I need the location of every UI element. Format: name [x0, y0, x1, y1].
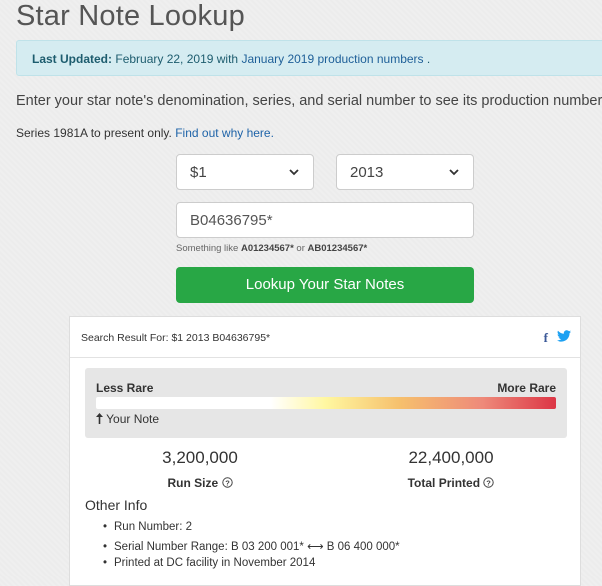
total-printed-caption: Total Printed ? — [391, 476, 511, 490]
list-item: Serial Number Range: B 03 200 001* ⟷ B 0… — [103, 539, 400, 557]
intro-text: Enter your star note's denomination, ser… — [16, 93, 602, 109]
run-size-caption: Run Size ? — [140, 476, 260, 490]
series-value: 2013 — [350, 164, 384, 181]
list-item: Run Number: 2 — [103, 521, 400, 539]
find-out-why-link[interactable]: Find out why here. — [175, 126, 274, 140]
facebook-icon[interactable]: f — [544, 330, 548, 346]
your-note-marker: Your Note — [96, 412, 159, 426]
denomination-select[interactable]: $1 — [176, 154, 314, 190]
less-rare-label: Less Rare — [96, 381, 154, 395]
production-numbers-link[interactable]: January 2019 production numbers — [241, 52, 423, 66]
alert-text: February 22, 2019 with — [115, 52, 242, 66]
result-header: Search Result For: $1 2013 B04636795* f — [70, 317, 580, 358]
svg-text:?: ? — [487, 479, 492, 488]
serial-hint: Something like A01234567* or AB01234567* — [176, 243, 368, 254]
series-select[interactable]: 2013 — [336, 154, 474, 190]
help-icon[interactable]: ? — [221, 477, 233, 488]
alert-suffix: . — [423, 52, 431, 66]
arrow-up-icon — [96, 413, 103, 424]
other-info-list: Run Number: 2 Serial Number Range: B 03 … — [103, 521, 400, 575]
help-icon[interactable]: ? — [483, 477, 495, 488]
twitter-icon[interactable] — [557, 330, 571, 342]
lookup-button[interactable]: Lookup Your Star Notes — [176, 267, 474, 303]
total-printed-value: 22,400,000 — [408, 448, 494, 467]
run-size-value: 3,200,000 — [162, 448, 238, 467]
total-printed-stat: 22,400,000 Total Printed ? — [391, 448, 511, 490]
alert-label: Last Updated: — [32, 52, 113, 66]
more-rare-label: More Rare — [497, 381, 556, 395]
series-note: Series 1981A to present only. Find out w… — [16, 126, 274, 140]
result-header-label: Search Result For: $1 2013 B04636795* — [81, 332, 271, 344]
other-info-heading: Other Info — [85, 497, 148, 513]
your-note-label: Your Note — [106, 412, 160, 426]
svg-text:?: ? — [225, 479, 230, 488]
chevron-down-icon — [289, 169, 299, 176]
denomination-value: $1 — [190, 164, 207, 181]
serial-number-input[interactable]: B04636795* — [176, 202, 474, 238]
chevron-down-icon — [449, 169, 459, 176]
list-item: Printed at DC facility in November 2014 — [103, 557, 400, 575]
search-result-panel: Search Result For: $1 2013 B04636795* f … — [69, 316, 581, 586]
rarity-scale: Less Rare More Rare Your Note — [85, 368, 567, 438]
rarity-gradient-bar — [96, 397, 556, 409]
page-title: Star Note Lookup — [16, 0, 245, 32]
series-note-text: Series 1981A to present only. — [16, 126, 176, 140]
update-alert: Last Updated: February 22, 2019 with Jan… — [16, 40, 602, 76]
run-size-stat: 3,200,000 Run Size ? — [140, 448, 260, 490]
